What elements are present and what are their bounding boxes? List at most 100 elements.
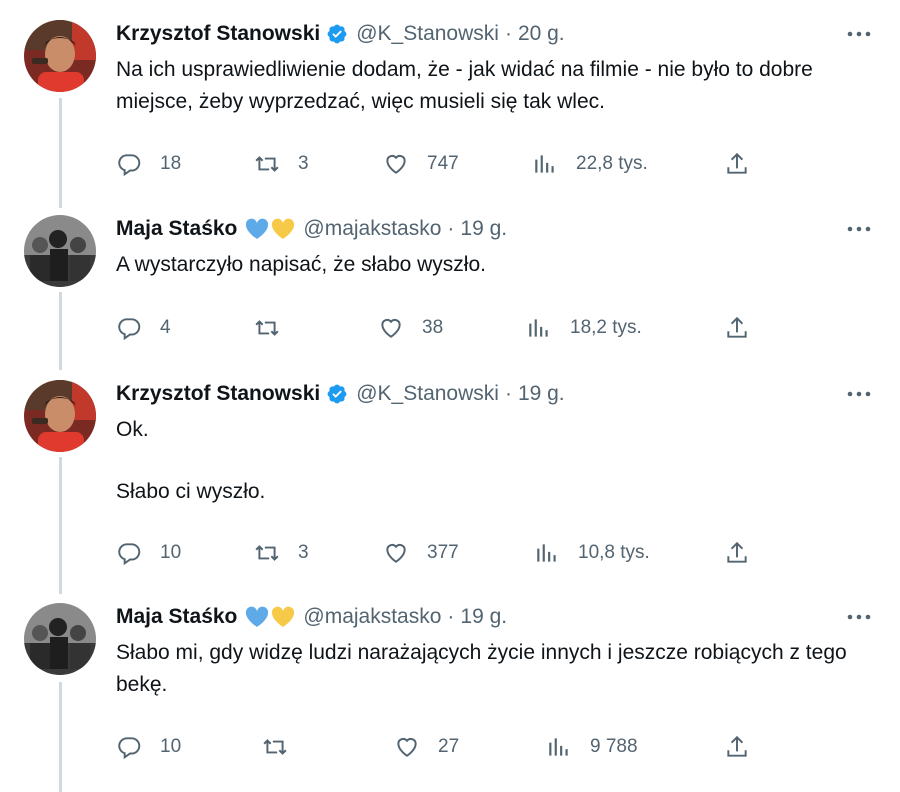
tweet-paragraph: Słabo mi, gdy widzę ludzi narażających ż… bbox=[116, 641, 847, 696]
reply-icon bbox=[118, 737, 141, 760]
separator-dot: · bbox=[504, 382, 512, 405]
reply-button[interactable]: 4 bbox=[116, 313, 171, 343]
author-handle[interactable]: @K_Stanowski bbox=[356, 22, 499, 46]
share-icon bbox=[727, 735, 747, 757]
separator-dot: · bbox=[504, 22, 512, 45]
more-options-icon[interactable] bbox=[846, 605, 872, 629]
analytics-icon bbox=[529, 319, 548, 337]
share-icon bbox=[727, 316, 747, 338]
reply-count: 10 bbox=[160, 736, 182, 757]
separator-dot: · bbox=[447, 217, 455, 240]
more-options-icon[interactable] bbox=[846, 382, 872, 406]
action-bar: 18 3 747 22,8 tys. bbox=[116, 149, 756, 179]
reply-count: 10 bbox=[160, 542, 182, 563]
avatar[interactable] bbox=[24, 215, 96, 287]
reply-icon bbox=[118, 543, 141, 566]
like-count: 38 bbox=[422, 317, 444, 338]
author-name[interactable]: Krzysztof Stanowski bbox=[116, 22, 320, 46]
tweet-text: A wystarczyło napisać, że słabo wyszło. bbox=[116, 249, 876, 281]
analytics-icon bbox=[549, 738, 568, 756]
analytics-icon bbox=[535, 155, 554, 173]
verified-badge-icon bbox=[326, 23, 348, 45]
action-bar: 10 27 9 788 bbox=[116, 732, 756, 762]
author-name[interactable]: Maja Staśko bbox=[116, 605, 237, 629]
share-icon bbox=[727, 541, 747, 563]
like-button[interactable]: 38 bbox=[378, 313, 443, 343]
retweet-button[interactable] bbox=[262, 732, 306, 762]
yellow-heart-icon bbox=[272, 606, 295, 627]
heart-icon bbox=[386, 543, 406, 563]
reply-button[interactable]: 18 bbox=[116, 149, 181, 179]
view-count: 22,8 tys. bbox=[576, 153, 648, 174]
tweet-header: Maja Staśko @majakstasko · 19 g. bbox=[116, 215, 507, 243]
like-count: 747 bbox=[427, 153, 459, 174]
heart-icon bbox=[386, 154, 406, 174]
view-count: 9 788 bbox=[590, 736, 638, 757]
reply-icon bbox=[118, 154, 141, 177]
view-count: 18,2 tys. bbox=[570, 317, 642, 338]
tweet-paragraph: A wystarczyło napisać, że słabo wyszło. bbox=[116, 253, 486, 276]
heart-icon bbox=[381, 318, 401, 338]
retweet-button[interactable] bbox=[254, 313, 298, 343]
heart-emojis bbox=[245, 218, 295, 240]
author-handle[interactable]: @majakstasko bbox=[303, 605, 441, 629]
tweet-text: Na ich usprawiedliwienie dodam, że - jak… bbox=[116, 54, 876, 118]
tweet-header: Krzysztof Stanowski @K_Stanowski · 20 g. bbox=[116, 20, 565, 48]
like-button[interactable]: 27 bbox=[394, 732, 459, 762]
timestamp[interactable]: 19 g. bbox=[460, 217, 507, 241]
author-name[interactable]: Maja Staśko bbox=[116, 217, 237, 241]
reply-button[interactable]: 10 bbox=[116, 538, 181, 568]
reply-count: 18 bbox=[160, 153, 182, 174]
tweet-text: Ok. Słabo ci wyszło. bbox=[116, 414, 876, 508]
retweet-icon bbox=[255, 320, 279, 336]
tweet[interactable]: Maja Staśko @majakstasko · 19 g. Słabo m… bbox=[0, 603, 900, 771]
share-button[interactable] bbox=[724, 313, 750, 343]
heart-emojis bbox=[245, 606, 295, 628]
views-button[interactable]: 22,8 tys. bbox=[532, 149, 648, 179]
author-handle[interactable]: @majakstasko bbox=[303, 217, 441, 241]
tweet[interactable]: Krzysztof Stanowski @K_Stanowski · 20 g.… bbox=[0, 20, 900, 188]
action-bar: 4 38 18,2 tys. bbox=[116, 313, 756, 343]
share-button[interactable] bbox=[724, 149, 750, 179]
tweet[interactable]: Maja Staśko @majakstasko · 19 g. A wysta… bbox=[0, 215, 900, 355]
like-button[interactable]: 747 bbox=[383, 149, 459, 179]
heart-icon bbox=[397, 737, 417, 757]
author-name[interactable]: Krzysztof Stanowski bbox=[116, 382, 320, 406]
tweet-paragraph: Słabo ci wyszło. bbox=[116, 480, 266, 503]
more-options-icon[interactable] bbox=[846, 22, 872, 46]
action-bar: 10 3 377 10,8 tys. bbox=[116, 538, 756, 568]
reply-icon bbox=[118, 318, 141, 341]
like-button[interactable]: 377 bbox=[383, 538, 459, 568]
like-count: 27 bbox=[438, 736, 460, 757]
author-handle[interactable]: @K_Stanowski bbox=[356, 382, 499, 406]
reply-button[interactable]: 10 bbox=[116, 732, 181, 762]
retweet-count: 3 bbox=[298, 153, 309, 174]
like-count: 377 bbox=[427, 542, 459, 563]
timestamp[interactable]: 19 g. bbox=[460, 605, 507, 629]
separator-dot: · bbox=[447, 605, 455, 628]
share-button[interactable] bbox=[724, 732, 750, 762]
timestamp[interactable]: 19 g. bbox=[518, 382, 565, 406]
tweet-text: Słabo mi, gdy widzę ludzi narażających ż… bbox=[116, 637, 876, 701]
retweet-icon bbox=[255, 156, 279, 172]
avatar[interactable] bbox=[24, 603, 96, 675]
avatar[interactable] bbox=[24, 20, 96, 92]
retweet-button[interactable]: 3 bbox=[254, 149, 309, 179]
share-button[interactable] bbox=[724, 538, 750, 568]
views-button[interactable]: 10,8 tys. bbox=[534, 538, 650, 568]
tweet[interactable]: Krzysztof Stanowski @K_Stanowski · 19 g.… bbox=[0, 380, 900, 580]
retweet-icon bbox=[263, 739, 287, 755]
verified-badge-icon bbox=[326, 383, 348, 405]
tweet-header: Krzysztof Stanowski @K_Stanowski · 19 g. bbox=[116, 380, 565, 408]
tweet-header: Maja Staśko @majakstasko · 19 g. bbox=[116, 603, 507, 631]
tweet-paragraph: Ok. bbox=[116, 418, 149, 441]
views-button[interactable]: 9 788 bbox=[546, 732, 638, 762]
retweet-button[interactable]: 3 bbox=[254, 538, 309, 568]
blue-heart-icon bbox=[246, 218, 269, 239]
avatar[interactable] bbox=[24, 380, 96, 452]
blue-heart-icon bbox=[246, 606, 269, 627]
views-button[interactable]: 18,2 tys. bbox=[526, 313, 642, 343]
retweet-icon bbox=[255, 545, 279, 561]
timestamp[interactable]: 20 g. bbox=[518, 22, 565, 46]
more-options-icon[interactable] bbox=[846, 217, 872, 241]
